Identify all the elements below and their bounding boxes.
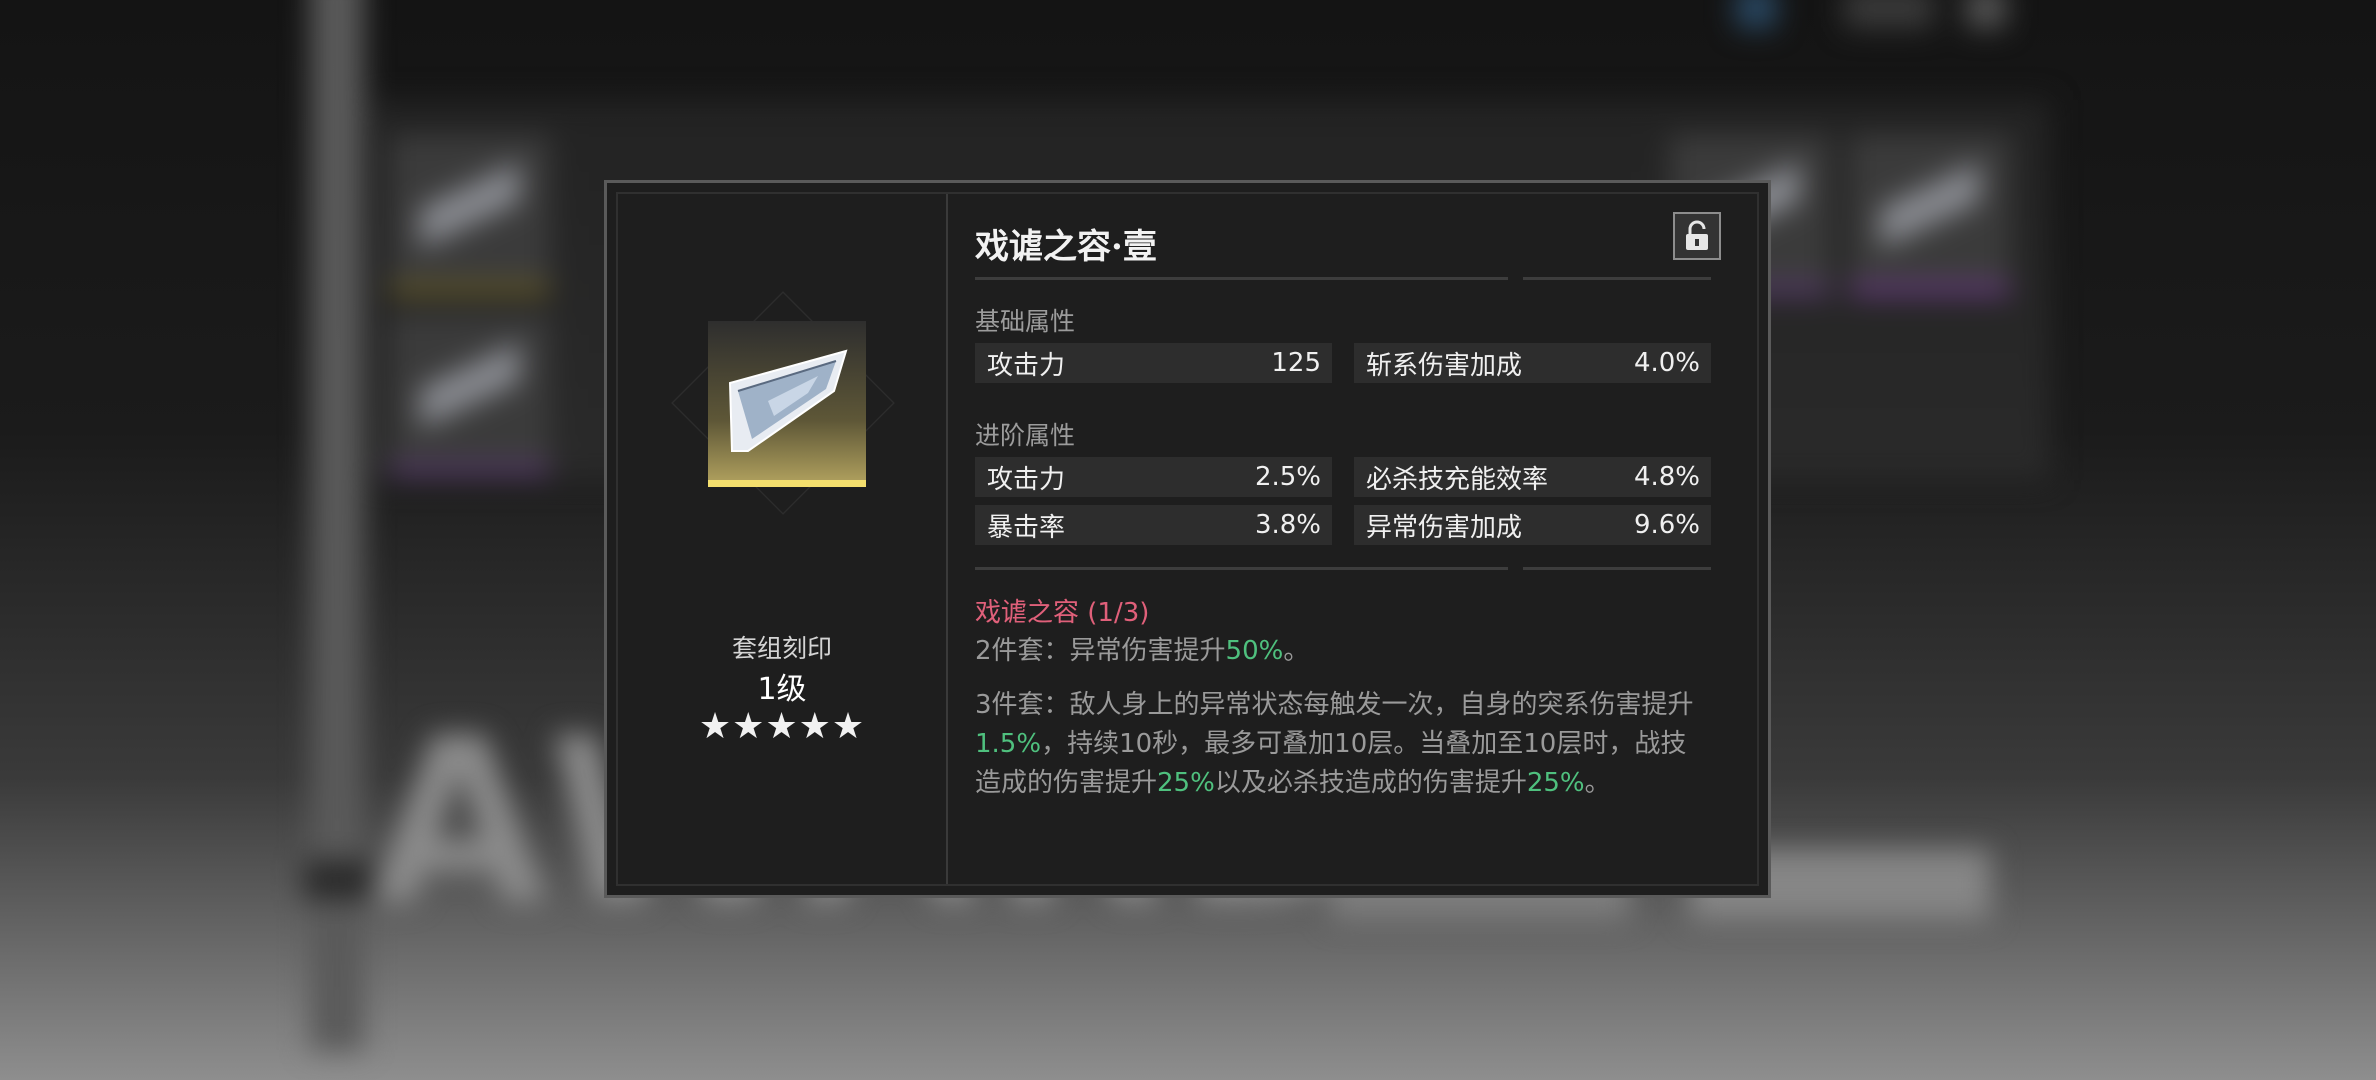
divider bbox=[975, 277, 1508, 280]
stat-value: 3.8% bbox=[1254, 510, 1321, 540]
base-stat-row: 斩系伤害加成 4.0% bbox=[1354, 343, 1711, 383]
drive-disc-detail-modal: 套组刻印 1级 ★★★★★ 戏谑之容·壹 基础属性 攻击力 125 斩系伤害加成 bbox=[604, 180, 1771, 898]
stat-value: 4.0% bbox=[1633, 348, 1700, 378]
bonus-text: 2件套：异常伤害提升 bbox=[975, 636, 1226, 666]
two-piece-bonus: 2件套：异常伤害提升50%。 bbox=[975, 632, 1705, 671]
bonus-text: 3件套：敌人身上的异常状态每触发一次，自身的突系伤害提升 bbox=[975, 690, 1694, 720]
stat-name: 异常伤害加成 bbox=[1366, 512, 1523, 543]
stat-name: 攻击力 bbox=[987, 464, 1066, 495]
advanced-stat-row: 暴击率 3.8% bbox=[975, 505, 1332, 545]
three-piece-bonus: 3件套：敌人身上的异常状态每触发一次，自身的突系伤害提升1.5%，持续10秒，最… bbox=[975, 686, 1705, 803]
star-rating: ★★★★★ bbox=[698, 706, 866, 747]
base-stat-row: 攻击力 125 bbox=[975, 343, 1332, 383]
lock-toggle-button[interactable] bbox=[1673, 212, 1721, 260]
bonus-highlight: 25% bbox=[1526, 768, 1585, 798]
stat-name: 必杀技充能效率 bbox=[1366, 464, 1549, 495]
stat-value: 125 bbox=[1271, 348, 1321, 378]
stat-name: 攻击力 bbox=[987, 350, 1066, 381]
stat-value: 2.5% bbox=[1254, 462, 1321, 492]
divider bbox=[1523, 567, 1711, 570]
stat-name: 暴击率 bbox=[987, 512, 1066, 543]
item-title: 戏谑之容·壹 bbox=[975, 227, 1157, 267]
modal-frame: 套组刻印 1级 ★★★★★ 戏谑之容·壹 基础属性 攻击力 125 斩系伤害加成 bbox=[616, 192, 1759, 886]
set-bonus-title: 戏谑之容 (1/3) bbox=[975, 598, 1150, 628]
drive-disc-image bbox=[708, 321, 866, 487]
bonus-highlight: 50% bbox=[1225, 636, 1284, 666]
bonus-text: 以及必杀技造成的伤害提升 bbox=[1214, 768, 1527, 798]
item-summary-panel: 套组刻印 1级 ★★★★★ bbox=[618, 194, 948, 884]
bonus-highlight: 1.5% bbox=[975, 729, 1042, 759]
stat-name: 斩系伤害加成 bbox=[1366, 350, 1523, 381]
divider bbox=[1523, 277, 1711, 280]
item-level: 1级 bbox=[757, 672, 807, 707]
set-type-label: 套组刻印 bbox=[731, 634, 832, 663]
stat-value: 9.6% bbox=[1633, 510, 1700, 540]
divider bbox=[975, 567, 1508, 570]
lock-open-icon bbox=[1686, 220, 1708, 250]
bonus-text: 。 bbox=[1584, 768, 1611, 798]
bonus-highlight: 25% bbox=[1157, 768, 1215, 798]
rarity-bar bbox=[708, 480, 866, 487]
advanced-stat-row: 异常伤害加成 9.6% bbox=[1354, 505, 1711, 545]
item-details-panel: 戏谑之容·壹 基础属性 攻击力 125 斩系伤害加成 4.0% 进阶属性 攻击力… bbox=[975, 194, 1721, 884]
stat-value: 4.8% bbox=[1633, 462, 1700, 492]
base-stats-label: 基础属性 bbox=[975, 307, 1076, 336]
advanced-stats-label: 进阶属性 bbox=[975, 421, 1076, 450]
advanced-stat-row: 攻击力 2.5% bbox=[975, 457, 1332, 497]
bonus-text: 。 bbox=[1283, 636, 1310, 666]
disc-shard-icon bbox=[728, 349, 848, 452]
advanced-stat-row: 必杀技充能效率 4.8% bbox=[1354, 457, 1711, 497]
